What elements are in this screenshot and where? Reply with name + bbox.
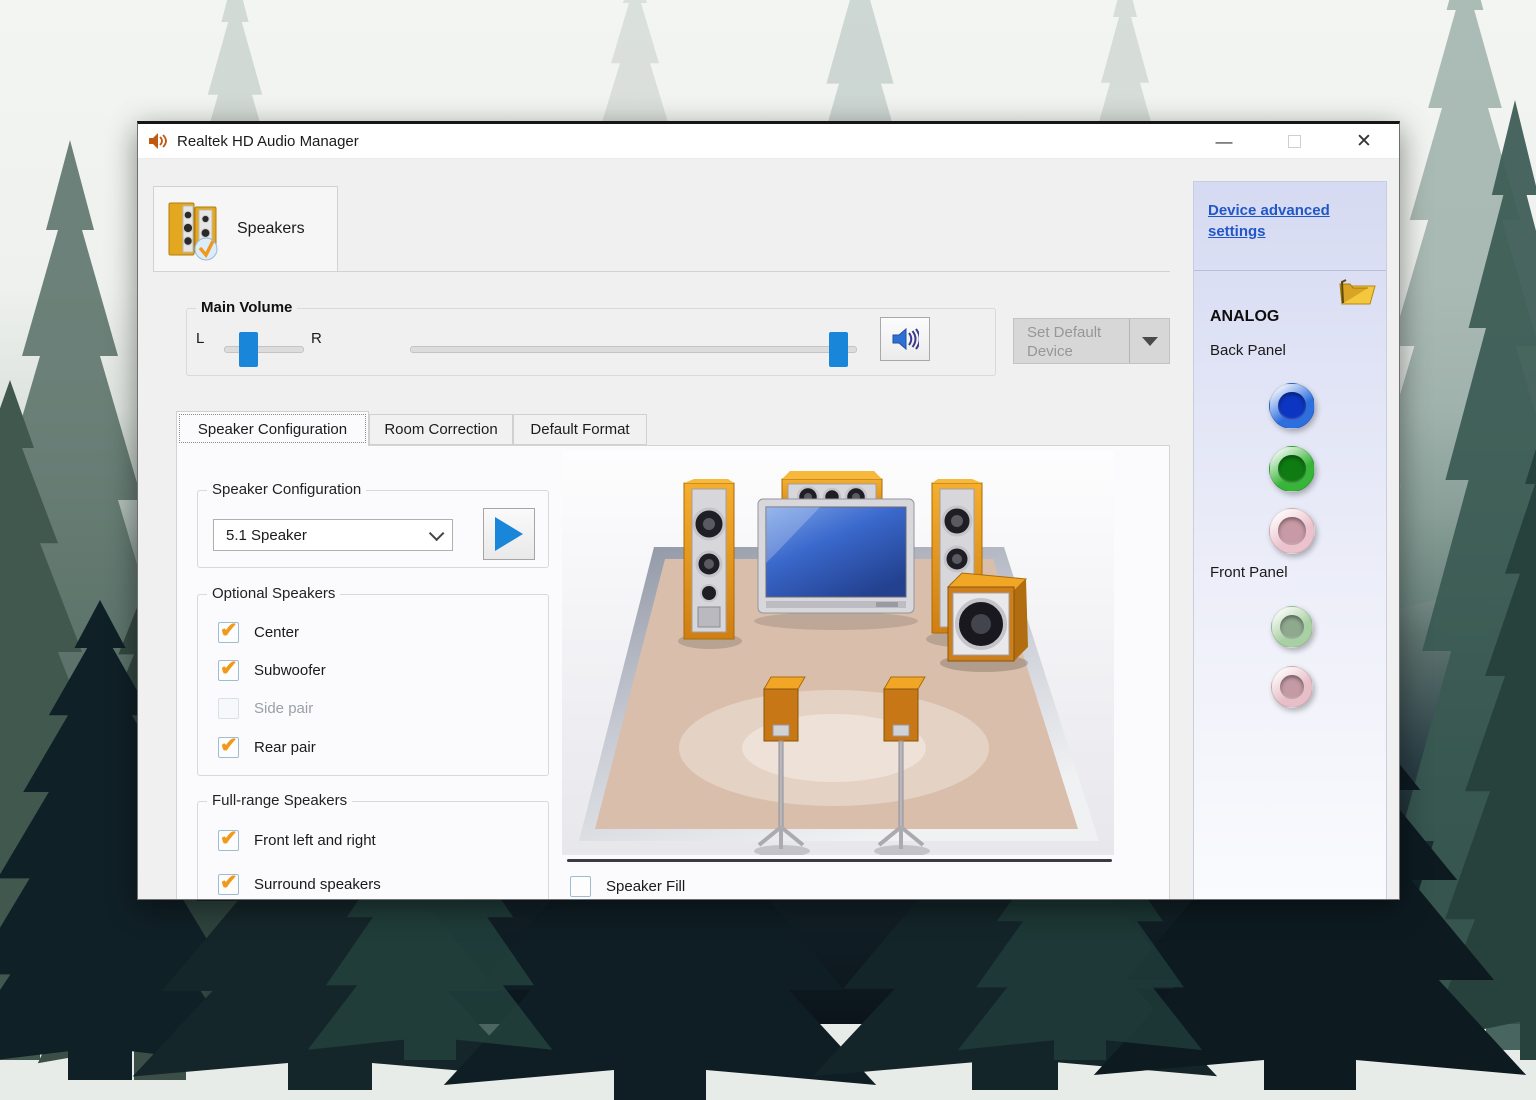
app-speaker-icon xyxy=(149,133,167,149)
play-test-button[interactable] xyxy=(483,508,535,560)
speaker-layout-illustration[interactable] xyxy=(562,451,1114,857)
full-range-speakers-group: Full-range Speakers Front left and right… xyxy=(197,792,549,899)
side-panel-divider xyxy=(1194,270,1386,271)
checkbox-label: Front left and right xyxy=(254,832,376,849)
balance-right-label: R xyxy=(311,330,322,347)
tab-speaker-configuration[interactable]: Speaker Configuration xyxy=(176,411,369,446)
device-tab-underline xyxy=(153,271,1170,272)
checkbox-side-pair xyxy=(218,698,239,719)
main-volume-label: Main Volume xyxy=(196,299,298,316)
dropdown-arrow-icon xyxy=(1141,336,1158,346)
speaker-config-dropdown[interactable]: 5.1 Speaker xyxy=(213,519,453,551)
checkbox-label: Center xyxy=(254,624,300,641)
volume-slider-handle[interactable] xyxy=(829,332,849,367)
checkbox-row-rear-pair: Rear pair xyxy=(218,733,316,759)
checkbox-row-subwoofer: Subwoofer xyxy=(218,656,326,682)
device-tab-speakers[interactable]: Speakers xyxy=(153,186,338,272)
volume-slider[interactable] xyxy=(410,332,857,367)
chevron-down-icon xyxy=(428,525,445,541)
speakers-icon xyxy=(168,202,218,261)
jack-hole xyxy=(1278,517,1306,545)
window-title: Realtek HD Audio Manager xyxy=(177,132,359,150)
checkbox-front-left-right[interactable] xyxy=(218,826,239,851)
optional-speakers-group: Optional Speakers Center Subwoofer Side … xyxy=(197,585,549,776)
checkbox-row-center: Center xyxy=(218,618,300,644)
speaker-config-group: Speaker Configuration 5.1 Speaker xyxy=(197,481,549,568)
device-advanced-settings-link[interactable]: Device advanced settings xyxy=(1208,200,1368,242)
analog-heading: ANALOG xyxy=(1210,308,1280,325)
checkbox-row-speaker-fill: Speaker Fill xyxy=(570,875,685,898)
minimize-button[interactable]: — xyxy=(1189,124,1259,159)
optional-speakers-label: Optional Speakers xyxy=(207,585,341,602)
checkbox-center[interactable] xyxy=(218,618,239,643)
tab-default-format[interactable]: Default Format xyxy=(513,414,647,445)
dropdown-value: 5.1 Speaker xyxy=(226,526,307,544)
device-tab-label: Speakers xyxy=(237,220,305,237)
speaker-config-group-label: Speaker Configuration xyxy=(207,481,367,498)
checkbox-rear-pair[interactable] xyxy=(218,733,239,758)
balance-slider[interactable] xyxy=(224,332,304,367)
realtek-hd-audio-manager-window: Realtek HD Audio Manager — ✕ Speakers Ma… xyxy=(137,121,1400,900)
back-panel-pink-mic-jack[interactable] xyxy=(1269,508,1315,554)
checkbox-row-front-lr: Front left and right xyxy=(218,826,376,852)
speaker-volume-icon xyxy=(892,327,919,351)
checkbox-label: Subwoofer xyxy=(254,662,326,679)
jack-hole xyxy=(1279,614,1305,640)
balance-left-label: L xyxy=(196,330,205,347)
checkbox-row-surround: Surround speakers xyxy=(218,870,381,896)
connector-side-panel: Device advanced settings ANALOG Back Pan… xyxy=(1193,181,1387,899)
window-titlebar[interactable]: Realtek HD Audio Manager — ✕ xyxy=(138,124,1399,159)
checkbox-speaker-fill[interactable] xyxy=(570,876,591,897)
front-panel-pink-mic-jack[interactable] xyxy=(1271,666,1313,708)
checkbox-row-side-pair: Side pair xyxy=(218,697,313,720)
checkbox-label: Surround speakers xyxy=(254,876,381,893)
set-default-dropdown[interactable] xyxy=(1129,319,1169,363)
front-panel-label: Front Panel xyxy=(1210,564,1288,581)
room-divider xyxy=(567,859,1112,862)
folder-icon[interactable] xyxy=(1338,276,1376,306)
jack-hole xyxy=(1279,674,1305,700)
jack-hole xyxy=(1278,455,1306,483)
speaker-fill-label: Speaker Fill xyxy=(606,878,686,895)
set-default-device-label: Set Default Device xyxy=(1027,324,1102,360)
main-volume-group: Main Volume L R xyxy=(186,299,996,376)
checkbox-surround-speakers[interactable] xyxy=(218,870,239,895)
back-panel-blue-line-in-jack[interactable] xyxy=(1269,383,1315,429)
back-panel-green-line-out-jack[interactable] xyxy=(1269,446,1315,492)
maximize-icon xyxy=(1287,135,1301,148)
close-button[interactable]: ✕ xyxy=(1329,124,1399,159)
checkbox-label: Rear pair xyxy=(254,739,316,756)
front-panel-green-headphone-jack[interactable] xyxy=(1271,606,1313,648)
speaker-configuration-panel: Speaker Configuration 5.1 Speaker Option… xyxy=(176,445,1170,899)
jack-hole xyxy=(1278,392,1306,420)
mute-button[interactable] xyxy=(880,317,930,361)
full-range-label: Full-range Speakers xyxy=(207,792,353,809)
set-default-device-button[interactable]: Set Default Device xyxy=(1013,318,1170,364)
maximize-button[interactable] xyxy=(1259,124,1329,159)
speaker-layout-svg xyxy=(562,451,1114,857)
checkbox-label: Side pair xyxy=(254,700,314,717)
back-panel-label: Back Panel xyxy=(1210,342,1286,359)
play-icon xyxy=(495,517,523,551)
checkbox-subwoofer[interactable] xyxy=(218,656,239,681)
tab-room-correction[interactable]: Room Correction xyxy=(369,414,513,445)
balance-slider-handle[interactable] xyxy=(239,332,259,367)
